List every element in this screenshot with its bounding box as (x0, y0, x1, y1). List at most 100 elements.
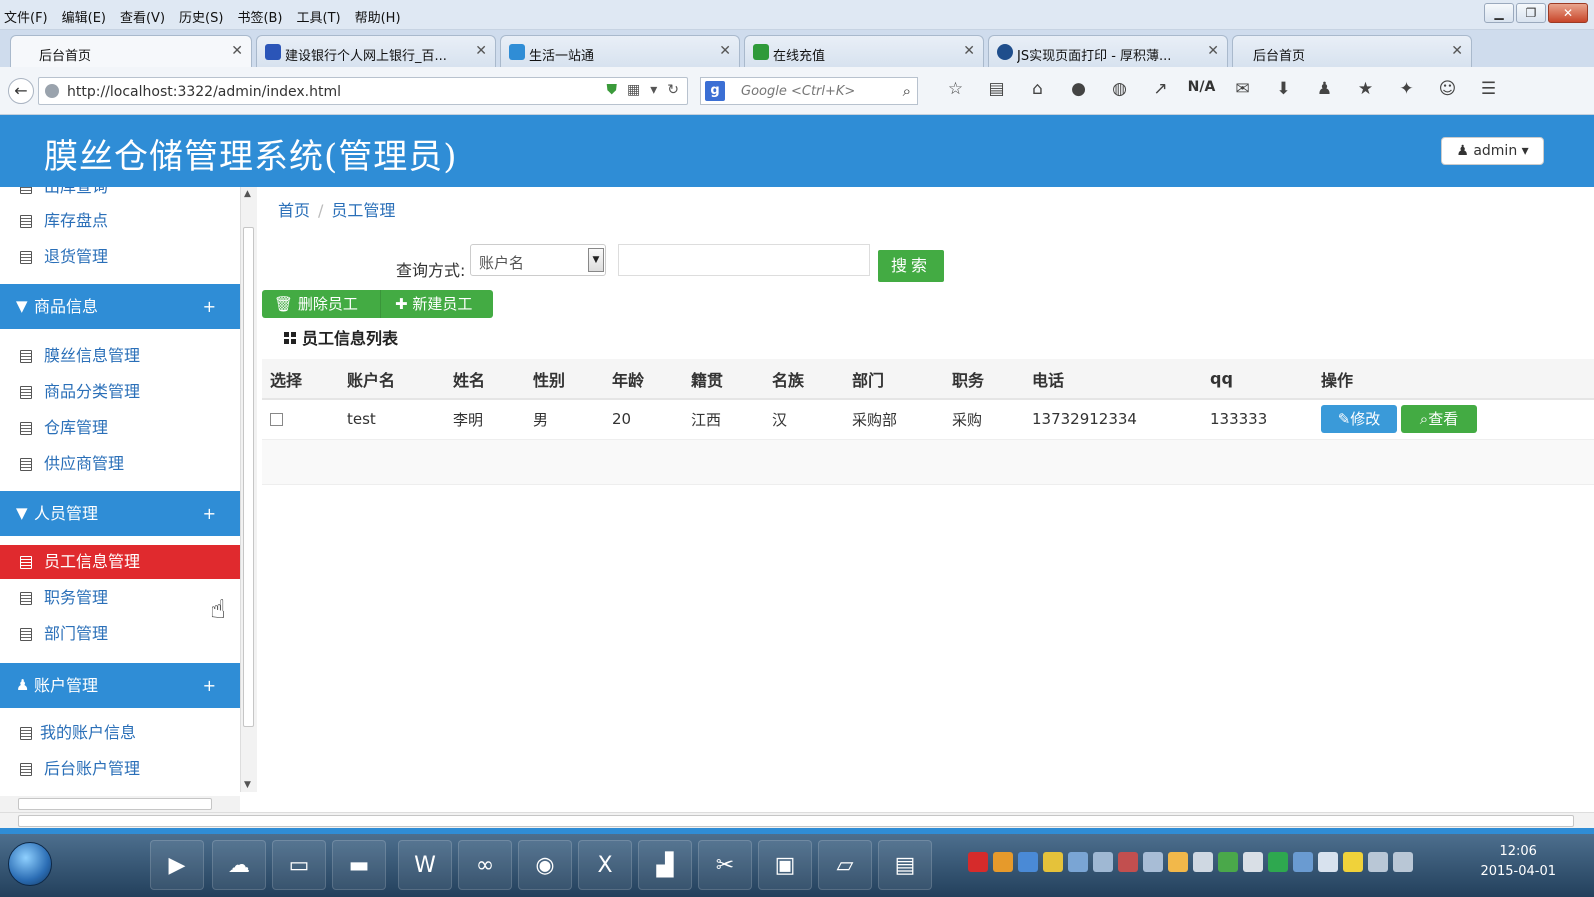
chart-app-icon[interactable]: ▟ (638, 840, 692, 890)
menu-tools[interactable]: 工具(T) (297, 7, 349, 26)
menu-edit[interactable]: 编辑(E) (62, 7, 114, 26)
tools-icon[interactable]: ✂ (698, 840, 752, 890)
delete-employee-button[interactable]: 🗑 删除员工 (262, 290, 380, 318)
tray-plus-icon[interactable] (1343, 852, 1363, 872)
folder-icon[interactable]: ▬ (332, 840, 386, 890)
windows-start-icon[interactable] (8, 842, 52, 886)
sidebar-item-position[interactable]: 职务管理 (0, 581, 240, 615)
tab-close-icon[interactable]: ✕ (963, 43, 975, 59)
tab-admin-home-2[interactable]: 后台首页 ✕ (1232, 35, 1472, 67)
tab-close-icon[interactable]: ✕ (475, 43, 487, 59)
tray-globe-icon[interactable] (1318, 852, 1338, 872)
remote-desktop-icon[interactable]: ▤ (878, 840, 932, 890)
tab-close-icon[interactable]: ✕ (1207, 43, 1219, 59)
search-button[interactable]: 搜索 (878, 250, 944, 282)
sidebar-item-inventory-count[interactable]: 库存盘点 (0, 204, 240, 238)
trend-icon[interactable]: ↗ (1140, 79, 1181, 99)
sidebar-item-my-account[interactable]: 我的账户信息 (0, 716, 240, 750)
sidebar-item-department[interactable]: 部门管理 (0, 617, 240, 651)
tray-keyboard-icon[interactable] (1068, 852, 1088, 872)
tray-volume-icon[interactable] (1393, 852, 1413, 872)
breadcrumb-employee[interactable]: 员工管理 (331, 201, 395, 220)
scrollbar-thumb[interactable] (18, 798, 212, 810)
expand-icon[interactable]: + (203, 284, 216, 329)
query-type-select[interactable]: 账户名 ▼ (470, 244, 606, 276)
na-indicator[interactable]: N/A (1181, 79, 1222, 99)
visual-studio-icon[interactable]: ∞ (458, 840, 512, 890)
clock[interactable]: 12:06 2015-04-01 (1480, 842, 1556, 882)
sidebar-item-warehouse[interactable]: 仓库管理 (0, 411, 240, 445)
sidebar-item-returns[interactable]: 退货管理 (0, 240, 240, 274)
reading-list-icon[interactable]: ▤ (976, 79, 1017, 99)
web-search-box[interactable]: g Google <Ctrl+K> ⌕ (700, 77, 918, 105)
scrollbar-thumb[interactable] (243, 227, 254, 727)
back-button[interactable]: ← (8, 78, 34, 104)
addon-icon[interactable]: ✦ (1386, 79, 1427, 99)
addon-globe-icon[interactable]: ◍ (1099, 79, 1140, 99)
address-bar[interactable]: http://localhost:3322/admin/index.html ⛊… (38, 77, 688, 105)
tray-qq-icon[interactable] (1168, 852, 1188, 872)
sidebar-item-membrane-info[interactable]: 膜丝信息管理 (0, 339, 240, 373)
scroll-up-icon[interactable]: ▲ (244, 189, 251, 199)
sync-icon[interactable]: ● (1058, 79, 1099, 99)
favorites-icon[interactable]: ★ (1345, 79, 1386, 99)
sidebar-item-supplier[interactable]: 供应商管理 (0, 447, 240, 481)
tray-map-icon[interactable] (1293, 852, 1313, 872)
row-checkbox[interactable] (270, 413, 283, 427)
user-icon[interactable]: ♟ (1304, 79, 1345, 99)
tray-settings-icon[interactable] (1093, 852, 1113, 872)
reader-icon[interactable]: ▣ (758, 840, 812, 890)
tray-ime-icon[interactable] (1018, 852, 1038, 872)
tray-mail-icon[interactable] (1118, 852, 1138, 872)
download-icon[interactable]: ⬇ (1263, 79, 1304, 99)
admin-user-button[interactable]: ♟ admin ▾ (1441, 137, 1544, 165)
word-icon[interactable]: W (398, 840, 452, 890)
sidebar-group-personnel[interactable]: ▼ 人员管理 + (0, 491, 240, 536)
tray-moon-icon[interactable] (1043, 852, 1063, 872)
cloud-app-icon[interactable]: ☁ (212, 840, 266, 890)
file-explorer-icon[interactable]: ▭ (272, 840, 326, 890)
view-button[interactable]: ⌕查看 (1401, 405, 1477, 434)
menu-help[interactable]: 帮助(H) (355, 7, 409, 26)
sidebar-item-employee-info[interactable]: 员工信息管理 (0, 545, 240, 579)
restore-button[interactable]: ❐ (1516, 3, 1546, 23)
tray-doc-icon[interactable] (1143, 852, 1163, 872)
sidebar-group-account[interactable]: ♟ 账户管理 + (0, 663, 240, 708)
search-icon[interactable]: ⌕ (903, 82, 911, 100)
bookmark-star-icon[interactable]: ☆ (935, 79, 976, 99)
sidebar-item-category[interactable]: 商品分类管理 (0, 375, 240, 409)
sidebar-horizontal-scrollbar[interactable] (0, 796, 240, 812)
tab-admin-home[interactable]: 后台首页 ✕ (10, 35, 252, 67)
tab-life-service[interactable]: 生活一站通 ✕ (500, 35, 740, 67)
sidebar-item-backend-accounts[interactable]: 后台账户管理 (0, 752, 240, 786)
edit-button[interactable]: ✎修改 (1321, 405, 1397, 434)
tab-close-icon[interactable]: ✕ (1451, 43, 1463, 59)
scrollbar-thumb[interactable] (18, 815, 1574, 827)
menu-bookmarks[interactable]: 书签(B) (237, 7, 290, 26)
menu-history[interactable]: 历史(S) (179, 7, 231, 26)
tray-green-icon[interactable] (1268, 852, 1288, 872)
feedback-icon[interactable]: ☺ (1427, 79, 1468, 99)
chevron-down-icon[interactable]: ▼ (588, 248, 604, 272)
qrcode-icon[interactable]: ▦ (627, 82, 640, 98)
reload-icon[interactable]: ↻ (667, 82, 679, 98)
tray-signal-icon[interactable] (1368, 852, 1388, 872)
minimize-button[interactable]: ▁ (1484, 3, 1514, 23)
close-window-button[interactable]: ✕ (1548, 3, 1588, 23)
tray-network-icon[interactable] (1193, 852, 1213, 872)
menu-file[interactable]: 文件(F) (4, 7, 56, 26)
tab-recharge[interactable]: 在线充值 ✕ (744, 35, 984, 67)
search-input[interactable] (618, 244, 870, 276)
tab-close-icon[interactable]: ✕ (719, 43, 731, 59)
breadcrumb-home[interactable]: 首页 (278, 201, 310, 220)
page-horizontal-scrollbar[interactable] (0, 812, 1594, 828)
sidebar-vertical-scrollbar[interactable]: ▲ ▼ (240, 187, 257, 792)
excel-icon[interactable]: X (578, 840, 632, 890)
tab-ccb-bank[interactable]: 建设银行个人网上银行_百... ✕ (256, 35, 496, 67)
dropdown-icon[interactable]: ▾ (650, 82, 657, 98)
chat-icon[interactable]: ✉ (1222, 79, 1263, 99)
tab-js-print[interactable]: JS实现页面打印 - 厚积薄... ✕ (988, 35, 1228, 67)
tray-display-icon[interactable] (1243, 852, 1263, 872)
sidebar-group-goods[interactable]: ▼ 商品信息 + (0, 284, 240, 329)
media-player-icon[interactable]: ▶ (150, 840, 204, 890)
